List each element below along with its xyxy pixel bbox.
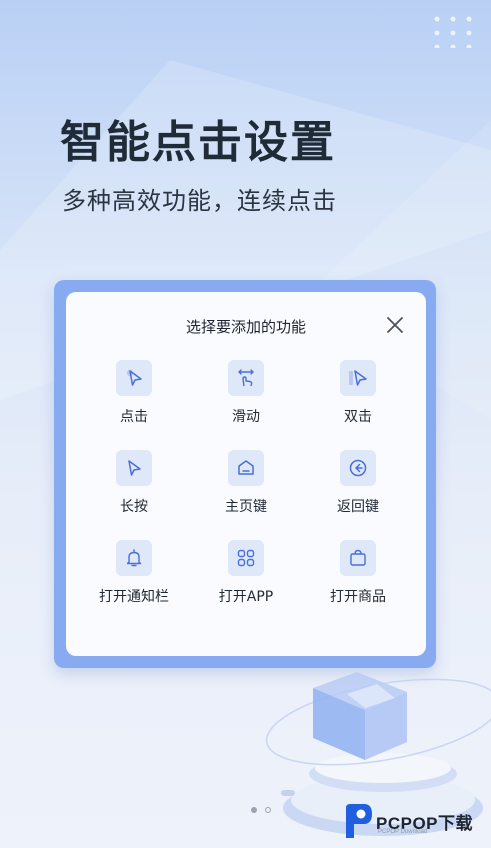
function-double-tap[interactable]: 双击 (302, 360, 414, 450)
page-dot-active (251, 807, 257, 813)
function-long-press[interactable]: 长按 (78, 450, 190, 540)
page-indicator (251, 798, 279, 817)
function-dialog: 选择要添加的功能 点击 滑动 双击 长按 主页键 返回键 打开通知栏 打开APP… (66, 292, 426, 656)
function-grid: 点击 滑动 双击 长按 主页键 返回键 打开通知栏 打开APP 打开商品 (78, 360, 414, 630)
function-label: 长按 (120, 499, 148, 515)
function-label: 主页键 (225, 499, 267, 515)
watermark-subtext: PCPOP Download (378, 829, 428, 835)
function-label: 滑动 (232, 409, 260, 425)
double-tap-icon (340, 360, 376, 396)
function-label: 打开商品 (330, 589, 386, 605)
function-home[interactable]: 主页键 (190, 450, 302, 540)
function-open-product[interactable]: 打开商品 (302, 540, 414, 630)
function-label: 双击 (344, 409, 372, 425)
watermark: PCPOP下载 PCPOP Download (340, 800, 491, 848)
function-label: 点击 (120, 409, 148, 425)
home-icon (228, 450, 264, 486)
function-open-app[interactable]: 打开APP (190, 540, 302, 630)
shopping-bag-icon (340, 540, 376, 576)
page-dot (265, 807, 271, 813)
bell-icon (116, 540, 152, 576)
function-back[interactable]: 返回键 (302, 450, 414, 540)
close-icon[interactable] (386, 316, 404, 334)
swipe-icon (228, 360, 264, 396)
long-press-icon (116, 450, 152, 486)
watermark-logo-icon (346, 804, 372, 838)
function-notification[interactable]: 打开通知栏 (78, 540, 190, 630)
dots-decoration (429, 12, 475, 48)
back-icon (340, 450, 376, 486)
dialog-title: 选择要添加的功能 (185, 318, 306, 336)
page-subtitle: 多种高效功能，连续点击 (62, 187, 337, 215)
page-title: 智能点击设置 (60, 117, 336, 168)
app-grid-icon (228, 540, 264, 576)
function-tap[interactable]: 点击 (78, 360, 190, 450)
function-swipe[interactable]: 滑动 (190, 360, 302, 450)
screen: 智能点击设置 多种高效功能，连续点击 选择要添加的功能 点击 滑动 双击 长按 … (0, 0, 491, 848)
function-label: 返回键 (337, 499, 379, 515)
function-label: 打开通知栏 (99, 589, 169, 605)
cursor-tap-icon (116, 360, 152, 396)
function-label: 打开APP (218, 589, 274, 605)
